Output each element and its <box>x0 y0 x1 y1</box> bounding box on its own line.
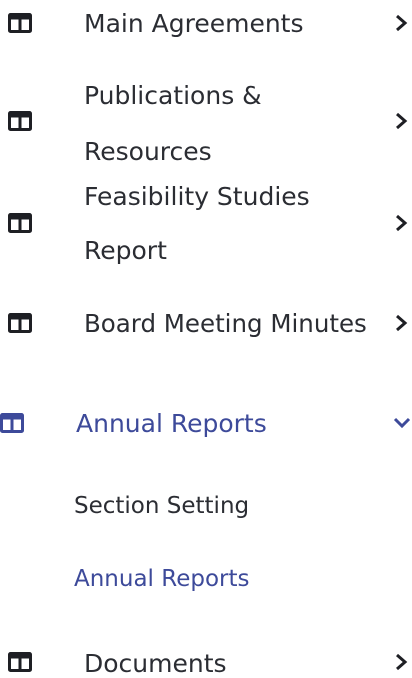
menu-item-annual-reports[interactable]: Annual Reports <box>0 400 412 448</box>
menu-item-board-meeting-minutes[interactable]: Board Meeting Minutes <box>0 300 412 348</box>
submenu-item-section-setting[interactable]: Section Setting <box>74 492 249 520</box>
menu-item-label: Board Meeting Minutes <box>84 309 367 338</box>
chevron-right-icon[interactable] <box>394 13 408 33</box>
chevron-right-icon[interactable] <box>394 313 408 333</box>
menu-item-publications-resources[interactable]: Publications & Resources <box>0 68 412 178</box>
table-icon <box>8 652 32 672</box>
chevron-right-icon[interactable] <box>394 111 408 131</box>
table-icon <box>8 13 32 33</box>
menu-item-main-agreements[interactable]: Main Agreements <box>0 0 412 48</box>
sidebar-menu: Main Agreements Publications & Resources… <box>0 0 412 678</box>
menu-item-label: Publications & Resources <box>84 81 262 166</box>
chevron-right-icon[interactable] <box>394 652 408 672</box>
menu-item-documents[interactable]: Documents <box>0 640 412 678</box>
chevron-right-icon[interactable] <box>394 213 408 233</box>
table-icon <box>8 213 32 233</box>
menu-item-label: Documents <box>84 649 227 678</box>
submenu-item-annual-reports[interactable]: Annual Reports <box>74 565 250 593</box>
menu-item-label: Annual Reports <box>76 409 267 438</box>
table-icon <box>0 413 24 433</box>
menu-item-feasibility-studies-report[interactable]: Feasibility Studies Report <box>0 170 412 278</box>
chevron-down-icon[interactable] <box>392 413 412 433</box>
table-icon <box>8 111 32 131</box>
menu-item-label: Feasibility Studies Report <box>84 182 310 265</box>
table-icon <box>8 313 32 333</box>
menu-item-label: Main Agreements <box>84 9 304 38</box>
